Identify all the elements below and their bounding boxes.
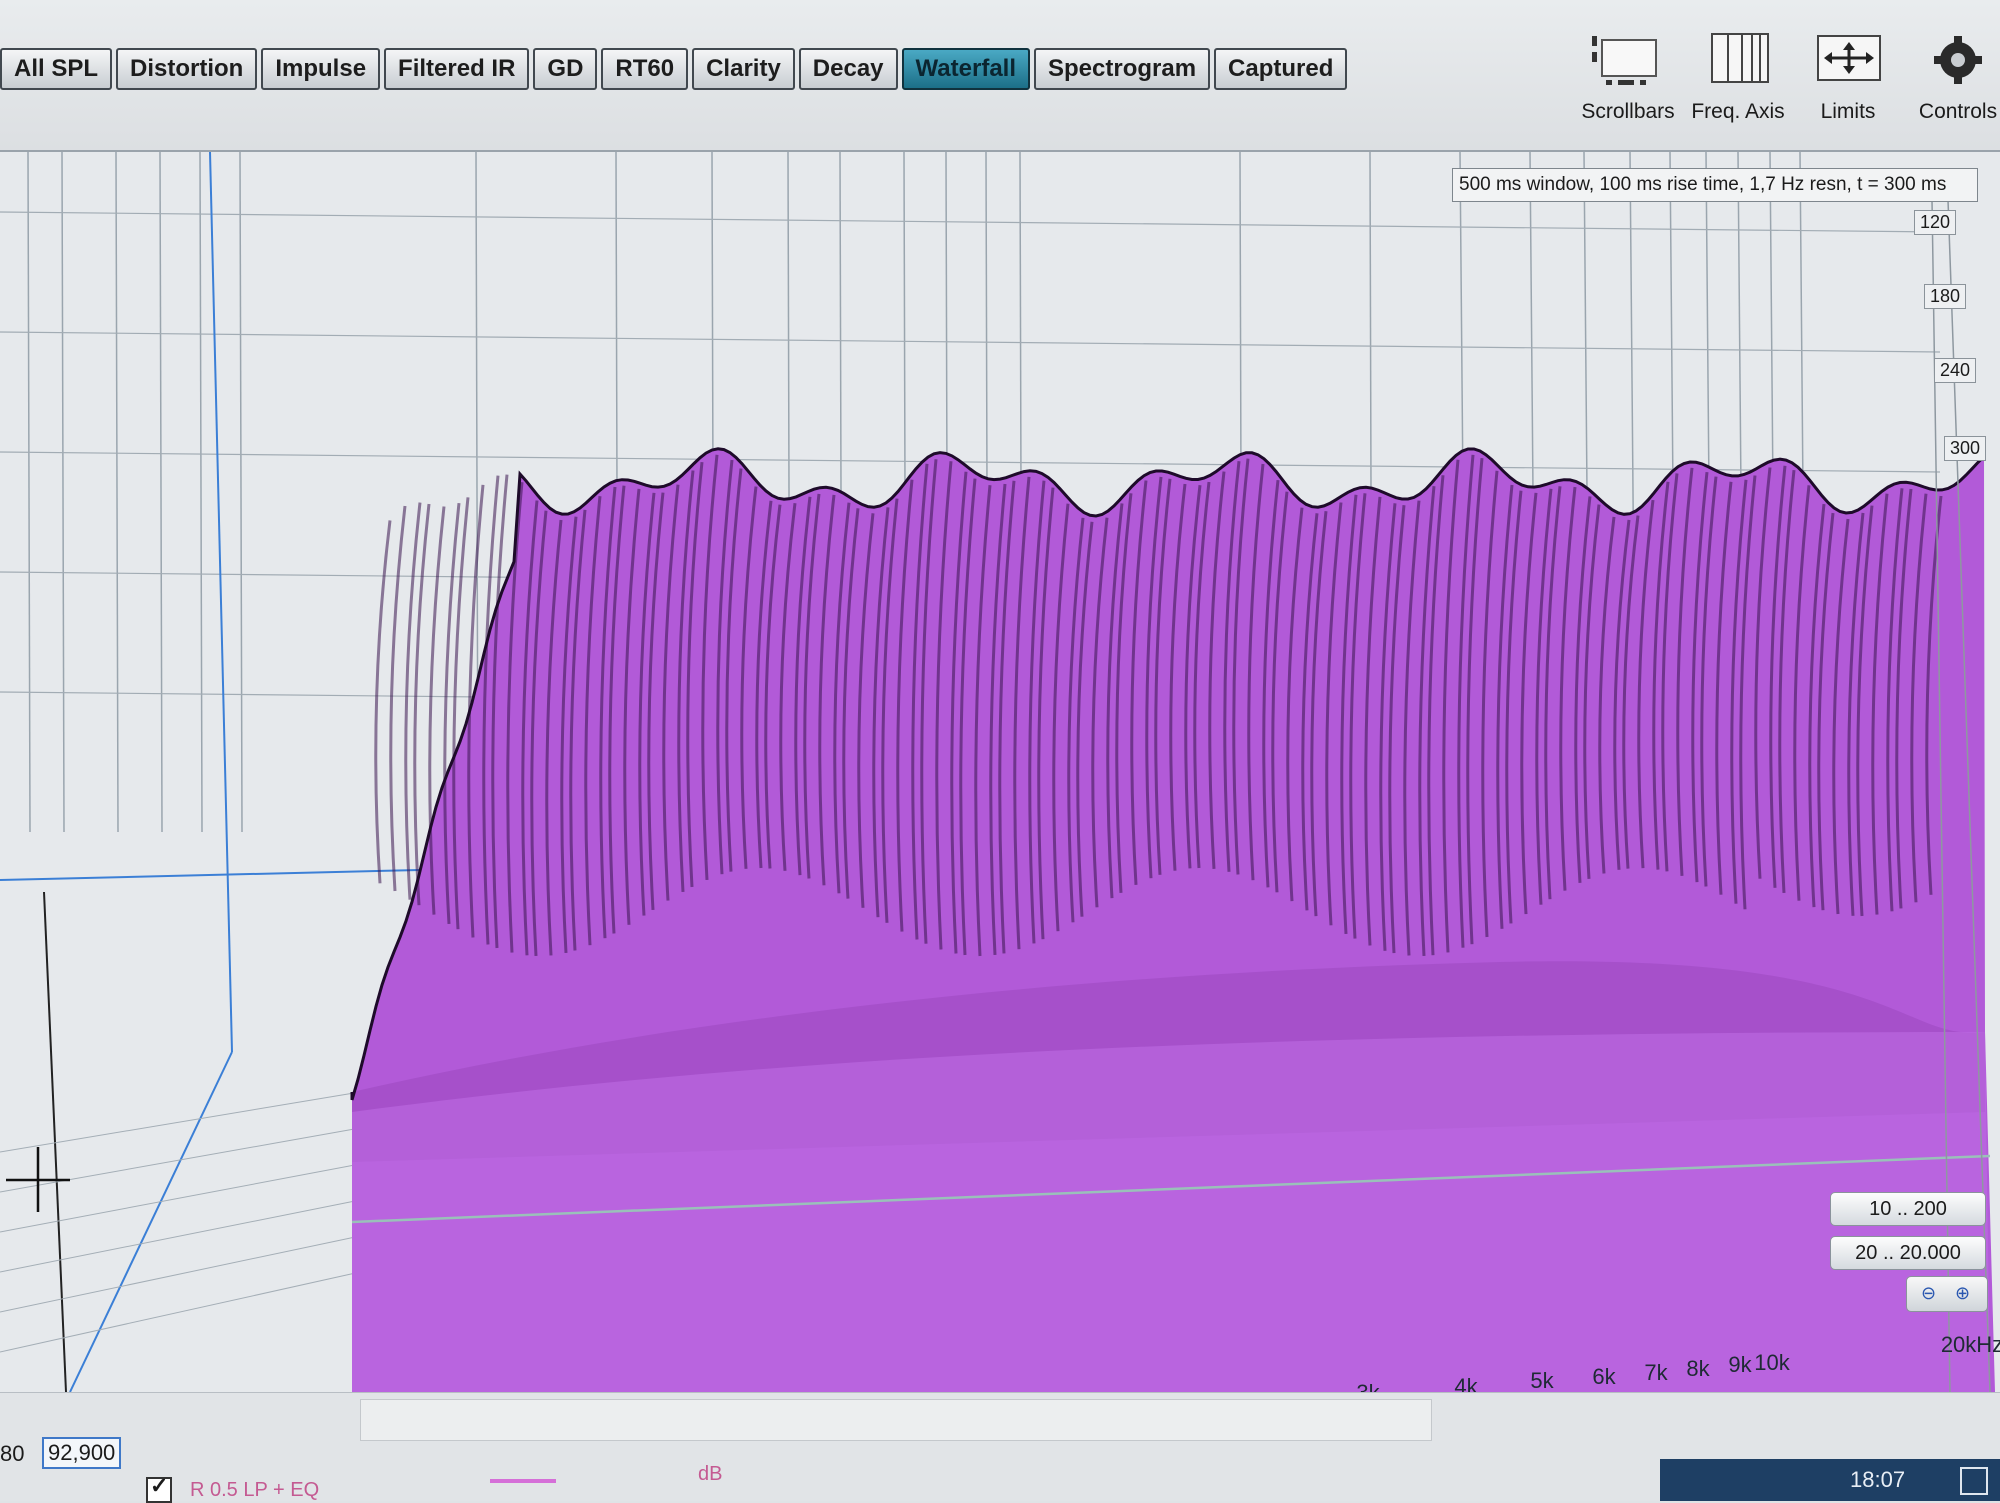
tab-distortion[interactable]: Distortion [116,48,258,90]
tab-gd[interactable]: GD [533,48,598,90]
grid-line [0,1235,361,1313]
trace-legend-label: R 0.5 LP + EQ [190,1479,320,1501]
cursor-value-field[interactable]: 92,900 [42,1437,122,1469]
tab-impulse[interactable]: Impulse [261,48,381,90]
grid-line [0,331,1941,353]
tab-captured[interactable]: Captured [1214,48,1348,90]
axis-left-value: 80 [0,1441,25,1466]
check-icon: ✓ [150,1473,169,1498]
grid-line [0,1271,361,1353]
grid-line [199,152,203,833]
waterfall-ridge [404,502,422,900]
waterfall-info-label: 500 ms window, 100 ms rise time, 1,7 Hz … [1452,168,1978,202]
tab-waterfall[interactable]: Waterfall [901,48,1030,90]
grid-line [61,152,65,833]
scrollbars-tool[interactable]: Scrollbars [1580,30,1676,123]
controls-tool[interactable]: Controls [1910,30,2000,123]
axis-line [0,869,421,881]
tool-group: Scrollbars Freq. Axis Limits Controls [1580,30,2000,140]
freq-label: 20kHz [1940,1332,2000,1357]
grid-line [159,152,163,833]
tab-decay[interactable]: Decay [798,48,898,90]
freq-label: 8k [1686,1356,1710,1381]
grid-line [0,211,1941,233]
limits-label: Limits [1820,100,1876,123]
grid-line [27,152,31,833]
waterfall-canvas[interactable] [0,152,2000,1392]
freq-label: 10k [1754,1350,1790,1375]
waterfall-ridge [374,520,392,884]
gear-icon [1934,36,1982,84]
freq-label: 9k [1728,1352,1752,1377]
grid-line [0,1163,361,1233]
range-10-200-button[interactable]: 10 .. 200 [1830,1192,1986,1226]
tab-all-spl[interactable]: All SPL [0,48,113,90]
freq-axis-label: Freq. Axis [1691,100,1785,123]
time-label-240: 240 [1934,358,1977,383]
time-label-120: 120 [1914,210,1957,235]
scrollbars-label: Scrollbars [1581,100,1675,123]
freq-axis-icon [1711,33,1769,83]
toolbar: All SPL Distortion Impulse Filtered IR GD RT6… [0,0,2000,152]
unit-label: dB [698,1463,723,1485]
tab-rt60[interactable]: RT60 [601,48,689,90]
grid-line [115,152,119,833]
taskbar: 18:07 [1660,1459,2000,1501]
legend-strip [360,1399,1432,1441]
trace-color-swatch [490,1479,556,1483]
waterfall-ridge [389,505,407,892]
freq-label: 7k [1644,1360,1668,1385]
time-label-180: 180 [1924,284,1967,309]
tab-clarity[interactable]: Clarity [692,48,795,90]
scrollbars-icon [1592,36,1657,85]
zoom-out-icon[interactable]: ⊖ [1921,1283,1936,1304]
controls-label: Controls [1918,100,1998,123]
freq-label: 6k [1592,1364,1616,1389]
tab-spectrogram[interactable]: Spectrogram [1034,48,1211,90]
graph-tabs: All SPL Distortion Impulse Filtered IR GD RT6… [0,48,1351,90]
grid-line [239,152,243,833]
trace-checkbox[interactable]: ✓ [146,1473,172,1503]
grid-line [0,1199,361,1273]
axis-line [69,1051,233,1392]
waterfall-plot-area[interactable] [0,152,2000,1392]
clock: 18:07 [1850,1467,1906,1492]
zoom-buttons[interactable]: ⊖ ⊕ [1906,1276,1988,1312]
freq-axis-tool[interactable]: Freq. Axis [1690,30,1786,123]
notification-icon[interactable] [1960,1467,1988,1495]
tab-filtered-ir[interactable]: Filtered IR [384,48,530,90]
bottom-status-bar: 80 92,900 ✓ R 0.5 LP + EQ dB 18:07 [0,1392,2000,1503]
time-label-300: 300 [1944,436,1987,461]
zoom-in-icon[interactable]: ⊕ [1955,1283,1970,1304]
freq-label: 5k [1530,1368,1554,1393]
limits-tool[interactable]: Limits [1800,30,1896,123]
range-20-20000-button[interactable]: 20 .. 20.000 [1830,1236,1986,1270]
limits-icon [1817,35,1881,81]
axis-line [209,152,233,1053]
